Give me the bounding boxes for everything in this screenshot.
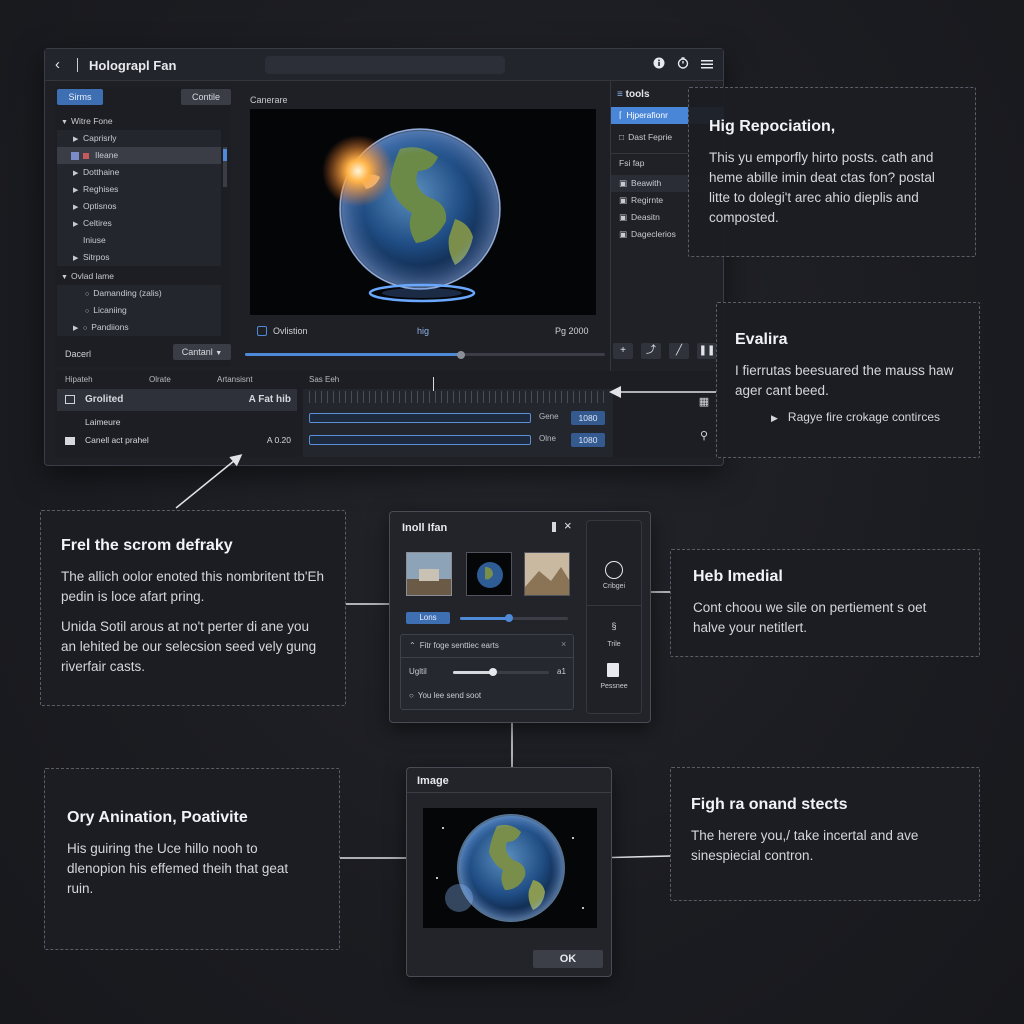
settings-dialog: Inoll Ifan × Lons ⌃ Fitr foge senttiec ea… bbox=[389, 511, 651, 723]
check-row[interactable]: ○ You lee send soot bbox=[409, 691, 481, 700]
divider bbox=[401, 657, 573, 658]
row-slider[interactable] bbox=[453, 671, 549, 674]
divider bbox=[407, 792, 611, 793]
slider-knob[interactable] bbox=[489, 668, 497, 676]
radio-icon: ○ bbox=[409, 691, 414, 700]
group-header[interactable]: ⌃ Fitr foge senttiec earts bbox=[409, 641, 499, 650]
side-label: Trile bbox=[607, 641, 621, 648]
circle-tool-icon[interactable] bbox=[605, 561, 623, 579]
close-icon[interactable]: × bbox=[561, 639, 566, 649]
group-title: Fitr foge senttiec earts bbox=[419, 641, 499, 650]
text-icon[interactable]: § bbox=[587, 621, 641, 631]
lons-button[interactable]: Lons bbox=[406, 612, 450, 624]
chevron-up-icon: ⌃ bbox=[409, 641, 416, 650]
pin-icon[interactable] bbox=[552, 522, 556, 532]
side-label: Pessnee bbox=[600, 683, 628, 690]
dialog-title: Inoll Ifan bbox=[402, 522, 448, 534]
thumbnail-earth[interactable] bbox=[466, 552, 512, 596]
options-group: ⌃ Fitr foge senttiec earts × Ugltil a1 ○ Y… bbox=[400, 634, 574, 710]
document-icon[interactable] bbox=[607, 663, 619, 677]
dialog-slider[interactable] bbox=[460, 617, 568, 620]
row-value: a1 bbox=[557, 667, 566, 676]
check-label: You lee send soot bbox=[417, 691, 482, 700]
side-label: Cribgei bbox=[602, 583, 626, 590]
slider-fill bbox=[453, 671, 494, 674]
thumbnail-landscape[interactable] bbox=[406, 552, 452, 596]
side-panel: Cribgei § Trile Pessnee bbox=[586, 520, 642, 714]
ok-button[interactable]: OK bbox=[533, 950, 603, 968]
close-icon[interactable]: × bbox=[564, 518, 572, 533]
dialog-title: Image bbox=[417, 775, 449, 787]
image-dialog: Image OK bbox=[406, 767, 612, 977]
row-label: Ugltil bbox=[409, 667, 427, 676]
thumbnail-mountain[interactable] bbox=[524, 552, 570, 596]
slider-fill bbox=[460, 617, 509, 620]
earth-image bbox=[423, 808, 597, 928]
divider bbox=[587, 605, 641, 606]
slider-knob[interactable] bbox=[504, 614, 513, 622]
